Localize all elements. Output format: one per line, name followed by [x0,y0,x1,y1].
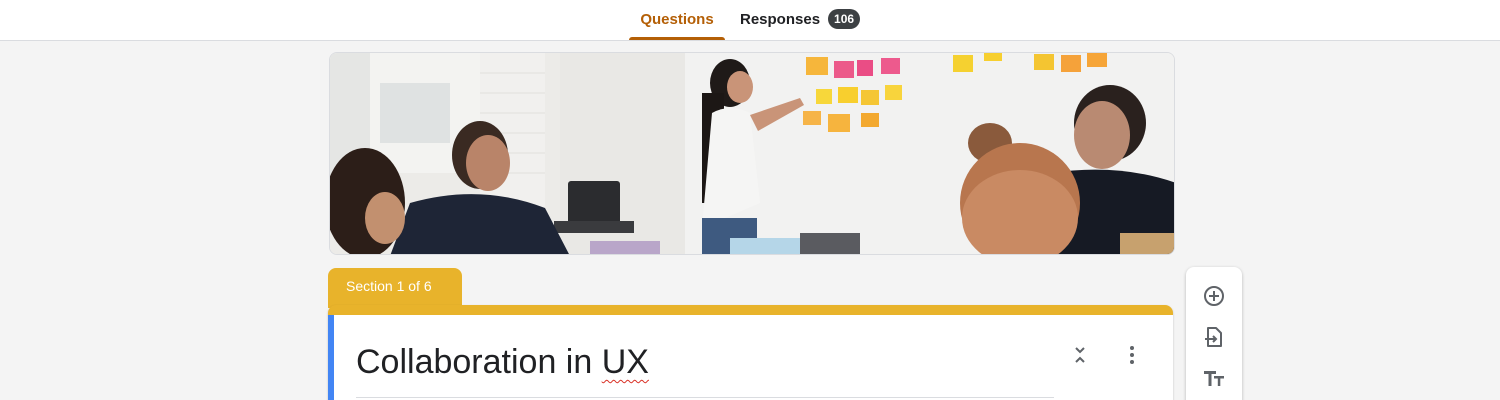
form-title[interactable]: Collaboration in UX [356,343,649,382]
add-circle-icon [1204,286,1224,306]
form-title-misspelled-word: UX [601,343,649,381]
form-title-text: Collaboration in [356,343,602,381]
header-image [329,52,1175,255]
floating-toolbar [1186,267,1242,400]
tab-questions[interactable]: Questions [629,0,725,40]
collapse-icon [1075,347,1085,363]
more-options-button[interactable] [1120,343,1144,367]
form-header-card[interactable]: Collaboration in UX [328,305,1173,400]
top-tab-bar: Questions Responses 106 [0,0,1500,41]
add-question-button[interactable] [1200,282,1228,310]
import-questions-button[interactable] [1200,323,1228,351]
collapse-section-button[interactable] [1068,343,1092,367]
tab-questions-label: Questions [640,11,714,28]
responses-count-badge: 106 [828,9,861,29]
title-underline [356,397,1054,398]
import-icon [1205,327,1222,347]
section-tab: Section 1 of 6 [328,268,462,308]
add-title-button[interactable] [1200,364,1228,392]
section-label: Section 1 of 6 [346,278,432,294]
header-photo [330,53,1174,254]
tab-responses-label: Responses [740,11,821,28]
more-vert-icon [1130,346,1134,364]
title-text-icon [1204,371,1224,386]
tab-responses[interactable]: Responses 106 [740,0,861,40]
